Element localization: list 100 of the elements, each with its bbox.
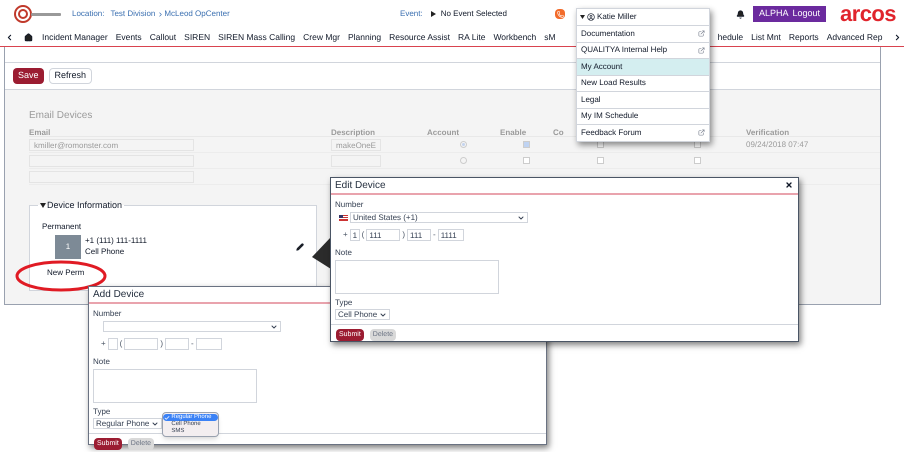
phone-separator: +: [101, 338, 106, 350]
device-number: +1 (111) 111-1111: [85, 234, 148, 246]
nav-tab[interactable]: Incident Manager: [42, 30, 108, 44]
phone-input[interactable]: 1: [350, 229, 360, 241]
external-link-icon: [698, 129, 705, 136]
nav-tab[interactable]: SIREN: [184, 30, 210, 44]
phone-separator: ): [160, 338, 164, 350]
chevron-right-icon: [157, 10, 164, 18]
logo-icon: [14, 4, 64, 24]
table-cell: 09/24/2018 07:47: [746, 138, 808, 150]
nav-tab[interactable]: Events: [116, 30, 142, 44]
user-icon: [587, 13, 595, 21]
type-select[interactable]: Cell Phone: [335, 309, 390, 320]
device-type: Cell Phone: [85, 246, 126, 256]
checkbox[interactable]: [523, 141, 530, 148]
type-select[interactable]: Regular Phone: [93, 418, 162, 429]
column-header: Email: [29, 128, 50, 136]
phone-separator: -: [191, 338, 194, 350]
phone-icon[interactable]: [555, 9, 565, 19]
phone-input[interactable]: [196, 338, 222, 350]
nav-tab[interactable]: Callout: [150, 30, 176, 44]
home-icon[interactable]: [24, 32, 33, 42]
phone-separator: -: [433, 229, 436, 241]
brand-logo: arcos: [840, 3, 896, 25]
nav-tab[interactable]: Workbench: [493, 30, 536, 44]
chevron-down-icon: [517, 214, 525, 222]
modal-title: Edit Device: [331, 178, 798, 195]
menu-item[interactable]: My IM Schedule: [577, 108, 709, 124]
play-icon: [430, 11, 436, 17]
scroll-left-icon[interactable]: [5, 32, 14, 42]
column-header: Verification: [746, 128, 790, 136]
phone-separator: (: [120, 338, 122, 350]
flag-icon: [339, 214, 348, 220]
phone-input[interactable]: [108, 338, 118, 350]
menu-item[interactable]: Feedback Forum: [577, 124, 709, 140]
external-link-icon: [698, 46, 705, 54]
note-textarea[interactable]: [335, 260, 499, 294]
panel-title: Device Information: [47, 199, 122, 212]
column-header: Description: [331, 128, 376, 136]
checkbox[interactable]: [597, 157, 604, 164]
logout-button[interactable]: ALPHA Logout: [752, 6, 826, 22]
nav-tab[interactable]: RA Lite: [458, 30, 486, 44]
section-title: Email Devices: [29, 109, 92, 123]
phone-input[interactable]: [124, 338, 158, 350]
nav-tab[interactable]: Crew Mgr: [303, 30, 340, 44]
country-select[interactable]: [103, 321, 281, 332]
event-label: Event:: [400, 8, 423, 20]
nav-tab[interactable]: Advanced Rep: [826, 30, 882, 44]
caret-icon[interactable]: [40, 203, 46, 208]
chevron-down-icon: [379, 310, 388, 318]
field-label: Type: [93, 406, 110, 418]
note-textarea[interactable]: [93, 369, 257, 403]
column-header: Account: [427, 128, 459, 136]
field-label: Note: [93, 356, 110, 368]
phone-input[interactable]: 111: [366, 229, 400, 241]
chevron-down-icon: [151, 420, 160, 428]
division-link[interactable]: Test Division: [110, 8, 156, 20]
external-link-icon: [698, 30, 705, 38]
menu-item[interactable]: QUALITYA Internal Help: [577, 42, 709, 58]
save-button[interactable]: Save: [13, 68, 44, 84]
field-label: Number: [335, 199, 364, 211]
menu-item[interactable]: Legal: [577, 91, 709, 108]
opcenter-link[interactable]: McLeod OpCenter: [164, 8, 230, 20]
device-index: 1: [55, 234, 81, 258]
nav-tab[interactable]: List Mnt: [751, 30, 781, 44]
location-label: Location:: [72, 8, 104, 20]
phone-separator: (: [362, 229, 364, 241]
checkbox[interactable]: [523, 157, 530, 164]
edit-icon[interactable]: [296, 242, 304, 250]
nav-tab[interactable]: Resource Assist: [389, 30, 450, 44]
refresh-button[interactable]: Refresh: [48, 68, 92, 84]
nav-tab[interactable]: sM: [544, 30, 556, 44]
nav-tab[interactable]: Planning: [348, 30, 382, 44]
column-header: Enable: [500, 128, 526, 136]
phone-separator: ): [402, 229, 406, 241]
field-label: Number: [93, 308, 122, 320]
chevron-down-icon: [270, 322, 278, 330]
menu-item[interactable]: New Load Results: [577, 74, 709, 91]
radio-button[interactable]: [460, 141, 467, 148]
callout-arrow: [312, 237, 331, 269]
phone-input[interactable]: [165, 338, 190, 350]
checkbox[interactable]: [694, 157, 700, 164]
bell-icon[interactable]: [736, 10, 745, 18]
phone-separator: +: [343, 229, 348, 241]
nav-tab[interactable]: SIREN Mass Calling: [218, 30, 296, 44]
menu-item[interactable]: Documentation: [577, 25, 709, 42]
nav-tab[interactable]: Reports: [788, 30, 819, 44]
section-label: Permanent: [42, 220, 82, 232]
column-header: Co: [553, 128, 564, 136]
nav-tab[interactable]: hedule: [718, 30, 744, 44]
user-name[interactable]: Katie Miller: [597, 11, 637, 23]
country-select[interactable]: United States (+1): [350, 212, 528, 223]
radio-button[interactable]: [460, 157, 467, 164]
phone-input[interactable]: 1111: [438, 229, 464, 241]
check-icon: [164, 414, 170, 420]
caret-icon: [580, 15, 585, 19]
phone-input[interactable]: 111: [407, 229, 432, 241]
menu-item[interactable]: My Account: [577, 58, 709, 74]
event-status: No Event Selected: [440, 8, 507, 20]
close-icon[interactable]: [785, 181, 793, 189]
